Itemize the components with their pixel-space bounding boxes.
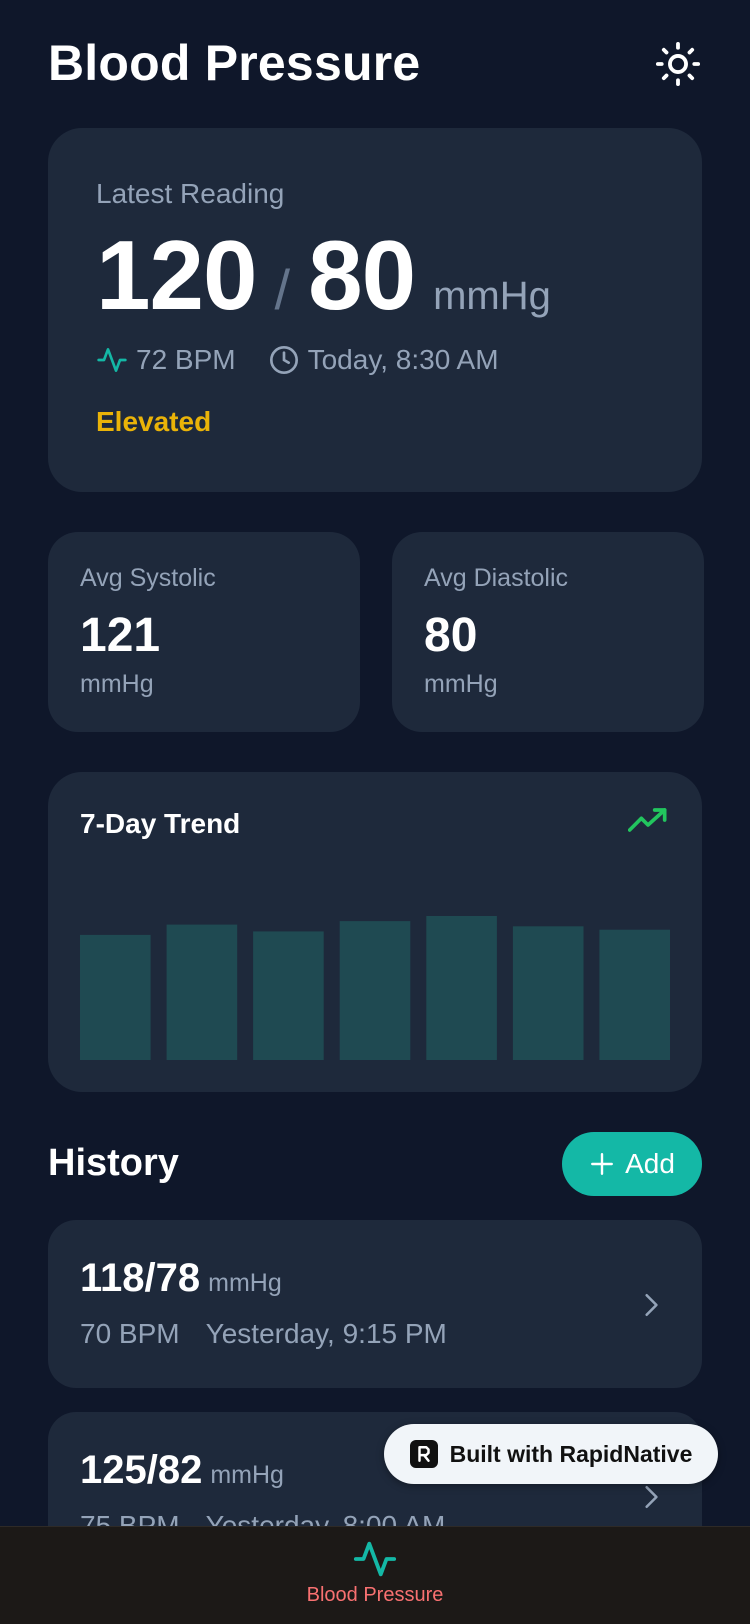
chevron-right-icon (645, 1293, 658, 1317)
trend-chart (80, 916, 670, 1060)
history-item[interactable] (48, 1220, 702, 1388)
reading-separator: / (274, 258, 291, 321)
trend-bar (339, 921, 411, 1060)
latest-reading-label: Latest Reading (96, 178, 285, 209)
plus-icon (591, 1153, 614, 1175)
avg-systolic-card: Avg Systolic 121 mmHg (48, 532, 360, 732)
history-item-unit: mmHg (208, 1269, 282, 1297)
sun-icon (655, 41, 701, 87)
trend-bar (599, 929, 670, 1060)
tab-label: Blood Pressure (306, 1584, 444, 1606)
rapidnative-logo-icon (409, 1440, 438, 1468)
avg-diastolic-label: Avg Diastolic (424, 564, 569, 592)
theme-toggle-button[interactable] (652, 38, 704, 90)
history-item-time: Yesterday, 9:15 PM (205, 1318, 447, 1349)
avg-diastolic-card: Avg Diastolic 80 mmHg (392, 532, 704, 732)
badge-label: Built with RapidNative (449, 1440, 693, 1467)
trending-up-icon (628, 808, 667, 832)
activity-icon (353, 1541, 397, 1577)
reading-unit: mmHg (433, 274, 551, 318)
trend-bar (253, 931, 324, 1060)
history-item-value: 125/82 (80, 1448, 203, 1492)
history-item-unit: mmHg (210, 1461, 284, 1489)
reading-time-text: Today, 8:30 AM (307, 344, 499, 375)
activity-icon (97, 348, 127, 372)
history-title: History (48, 1142, 179, 1184)
trend-bar (80, 934, 151, 1060)
history-item-reading: 125/82 mmHg (80, 1448, 284, 1493)
diastolic-value: 80 (308, 220, 416, 330)
page-title: Blood Pressure (48, 35, 421, 91)
trend-title: 7-Day Trend (80, 808, 241, 839)
status-label: Elevated (96, 406, 212, 437)
built-with-badge[interactable]: Built with RapidNative (384, 1424, 718, 1484)
trend-bar (426, 916, 497, 1060)
avg-systolic-value: 121 (80, 609, 161, 662)
latest-reading-meta: 72 BPM Today, 8:30 AM (96, 344, 499, 376)
heart-rate-text: 72 BPM (136, 344, 236, 375)
latest-reading-value: 120 / 80 mmHg (96, 226, 551, 324)
history-item-bpm: 70 BPM (80, 1318, 180, 1349)
avg-systolic-label: Avg Systolic (80, 564, 216, 592)
chevron-right-icon (645, 1485, 658, 1509)
clock-icon (269, 346, 298, 374)
add-button-label: Add (625, 1148, 675, 1179)
avg-systolic-unit: mmHg (80, 670, 154, 698)
trend-bar (512, 926, 584, 1060)
avg-diastolic-unit: mmHg (424, 670, 498, 698)
history-item-reading: 118/78 mmHg (80, 1256, 282, 1301)
systolic-value: 120 (96, 220, 258, 330)
tab-blood-pressure[interactable]: Blood Pressure (275, 1536, 475, 1624)
trend-bar (166, 924, 238, 1060)
history-item-meta: 70 BPM Yesterday, 9:15 PM (80, 1318, 447, 1350)
history-item-value: 118/78 (80, 1256, 201, 1300)
avg-diastolic-value: 80 (424, 609, 478, 662)
add-reading-button[interactable]: Add (562, 1132, 702, 1196)
